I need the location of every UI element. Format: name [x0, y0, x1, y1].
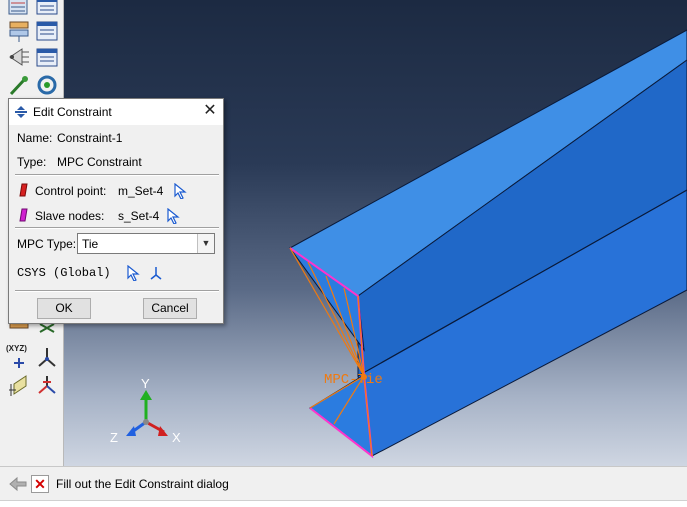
cancel-button[interactable]: Cancel	[143, 298, 197, 319]
prompt-area: ✕ Fill out the Edit Constraint dialog	[0, 466, 687, 500]
chevron-down-icon[interactable]: ▼	[197, 234, 214, 253]
dialog-titlebar[interactable]: Edit Constraint ✕	[9, 99, 223, 125]
ok-button[interactable]: OK	[37, 298, 91, 319]
slave-nodes-marker-icon	[19, 208, 28, 222]
slave-nodes-label: Slave nodes:	[35, 209, 105, 223]
create-tie-icon[interactable]	[6, 44, 32, 70]
cancel-procedure-icon[interactable]: ✕	[31, 475, 49, 493]
control-point-label: Control point:	[35, 184, 107, 198]
create-datum-csys-icon[interactable]: (XYZ)	[6, 344, 32, 370]
control-point-value: m_Set-4	[118, 184, 164, 198]
datum-axis-icon[interactable]	[34, 344, 60, 370]
message-area-edge	[0, 500, 687, 507]
mpc-type-label: MPC Type:	[17, 237, 77, 251]
create-coupling-icon[interactable]	[34, 72, 60, 98]
create-set-icon[interactable]	[6, 0, 32, 18]
dialog-title: Edit Constraint	[33, 105, 112, 119]
csys-label: CSYS (Global)	[17, 266, 111, 280]
name-label: Name:	[17, 131, 53, 145]
create-surface-icon[interactable]	[6, 18, 32, 44]
close-icon[interactable]: ✕	[201, 102, 219, 120]
name-value: Constraint-1	[57, 131, 123, 145]
triad-z-label: Z	[110, 430, 118, 445]
orientation-triad: Y Z X	[108, 372, 198, 452]
constraint-icon	[15, 106, 27, 118]
surface-manager-icon[interactable]	[34, 18, 60, 44]
constraint-manager-icon[interactable]	[34, 44, 60, 70]
divider	[15, 227, 219, 229]
back-arrow-icon[interactable]	[9, 476, 27, 492]
type-label: Type:	[17, 155, 47, 169]
datum-plane-icon[interactable]	[6, 372, 32, 398]
xyz-label: (XYZ)	[6, 344, 27, 353]
control-point-marker-icon	[19, 183, 28, 197]
triad-x-label: X	[172, 430, 181, 445]
datum-point-icon[interactable]	[34, 372, 60, 398]
mpc-type-value: Tie	[82, 237, 99, 251]
divider	[15, 290, 219, 292]
mpc-type-select[interactable]: Tie ▼	[77, 233, 215, 254]
type-value: MPC Constraint	[57, 155, 142, 169]
divider	[15, 174, 219, 176]
csys-create-axis-icon[interactable]	[149, 265, 163, 281]
set-manager-icon[interactable]	[34, 0, 60, 18]
create-fastener-icon[interactable]	[6, 72, 32, 98]
slave-nodes-pick-arrow-icon[interactable]	[166, 208, 180, 224]
slave-nodes-value: s_Set-4	[118, 209, 160, 223]
mpc-tie-label: MPC-Tie	[324, 372, 383, 388]
csys-pick-arrow-icon[interactable]	[126, 265, 140, 281]
edit-constraint-dialog: Edit Constraint ✕ Name: Constraint-1 Typ…	[8, 98, 224, 324]
triad-y-label: Y	[141, 376, 150, 391]
control-point-pick-arrow-icon[interactable]	[173, 183, 187, 199]
prompt-message: Fill out the Edit Constraint dialog	[56, 477, 229, 491]
